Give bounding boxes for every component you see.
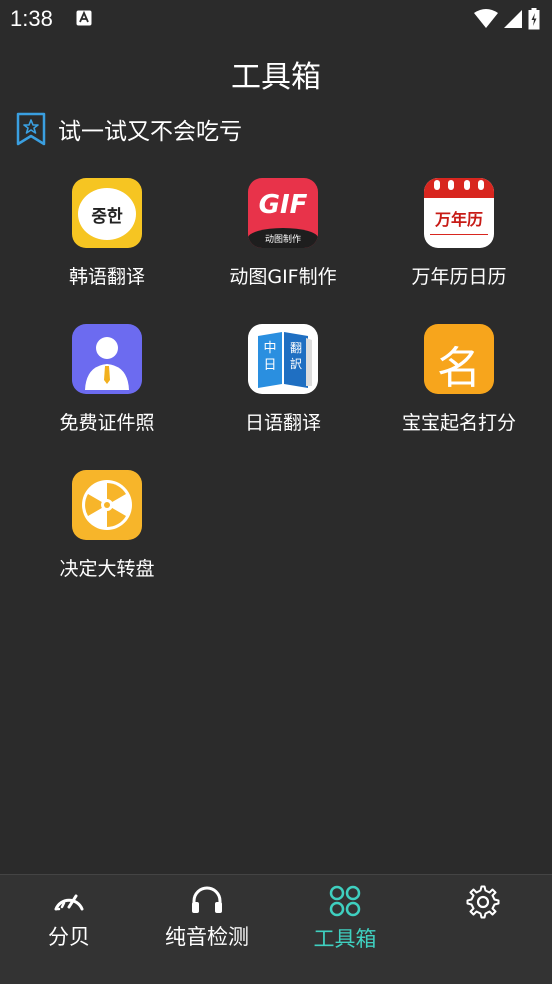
notification-a-icon	[76, 10, 92, 26]
gif-icon-text: GIF	[258, 190, 308, 220]
section-title: 试一试又不会吃亏	[58, 119, 242, 145]
page-title: 工具箱	[231, 60, 321, 95]
korean-icon-text: 중한	[91, 207, 123, 227]
baby-name-icon: 名	[424, 324, 494, 394]
gif-maker-icon: GIF 动图制作	[248, 178, 318, 248]
tool-label: 万年历日历	[411, 266, 507, 288]
nav-tone-test[interactable]: 纯音检测	[138, 885, 276, 951]
status-bar: 1:38	[0, 0, 552, 38]
tool-korean-translate[interactable]: 중한 韩语翻译	[17, 178, 197, 289]
tool-label: 动图GIF制作	[229, 266, 337, 288]
korean-translate-icon: 중한	[72, 178, 142, 248]
tool-label: 日语翻译	[244, 412, 321, 434]
tool-label: 宝宝起名打分	[401, 412, 516, 434]
bottom-nav: 分贝 纯音检测 工具箱	[0, 874, 552, 984]
wifi-icon	[474, 9, 498, 28]
nav-settings[interactable]	[414, 885, 552, 925]
wheel-icon	[72, 470, 142, 540]
calendar-icon-text: 万年历	[434, 210, 483, 229]
toolbox-icon	[329, 885, 361, 917]
baby-name-icon-text: 名	[437, 343, 481, 394]
japanese-icon-text: 中日	[263, 341, 277, 373]
nav-label: 纯音检测	[165, 925, 249, 949]
signal-icon	[504, 10, 522, 28]
nav-label: 工具箱	[313, 927, 377, 951]
tool-japanese-translate[interactable]: 中日 翻訳 日语翻译	[193, 324, 373, 435]
tool-calendar[interactable]: 万年历 万年历日历	[369, 178, 549, 289]
status-icons	[474, 8, 540, 30]
calendar-icon: 万年历	[424, 178, 494, 248]
tool-id-photo[interactable]: 免费证件照	[17, 324, 197, 435]
tool-wheel[interactable]: 决定大转盘	[17, 470, 197, 581]
japanese-icon-subtext: 翻訳	[289, 341, 302, 371]
tool-label: 韩语翻译	[68, 266, 145, 288]
nav-toolbox[interactable]: 工具箱	[276, 885, 414, 953]
battery-icon	[528, 8, 540, 30]
gear-icon	[466, 885, 500, 919]
nav-decibel[interactable]: 分贝	[0, 885, 138, 951]
id-photo-icon	[72, 324, 142, 394]
tool-baby-name[interactable]: 名 宝宝起名打分	[369, 324, 549, 435]
person-icon	[85, 337, 129, 390]
gauge-icon	[54, 894, 84, 911]
nav-label: 分贝	[48, 925, 90, 949]
book-icon	[258, 332, 312, 388]
headphones-icon	[192, 886, 222, 913]
section-header: 试一试又不会吃亏	[16, 112, 242, 146]
status-time: 1:38	[10, 6, 53, 31]
tool-label: 决定大转盘	[59, 558, 155, 580]
tool-gif-maker[interactable]: GIF 动图制作 动图GIF制作	[193, 178, 373, 289]
spinner-wheel-icon	[82, 480, 132, 530]
japanese-translate-icon: 中日 翻訳	[248, 324, 318, 394]
tool-label: 免费证件照	[59, 412, 155, 434]
gif-icon-subtext: 动图制作	[264, 235, 301, 245]
bookmark-star-icon	[16, 112, 46, 146]
